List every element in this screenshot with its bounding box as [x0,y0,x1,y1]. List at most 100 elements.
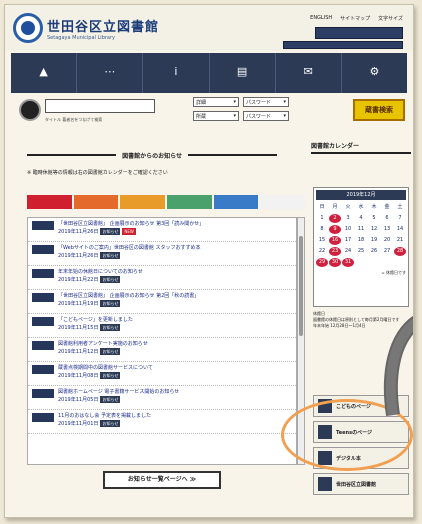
news-link[interactable]: 「世田谷区立図書館」 企画展示のお知らせ 第3回「読み聞かせ」 [58,221,204,227]
calendar-day[interactable]: 9 [329,225,341,234]
top-link-fontsize[interactable]: 文字サイズ [378,15,403,22]
calendar-day[interactable]: 7 [394,214,406,223]
header-search-box[interactable] [315,27,403,39]
keyword-input[interactable] [45,99,155,113]
calendar-day[interactable]: 土 [394,203,406,212]
calendar-day[interactable]: 4 [355,214,367,223]
nav-item-4[interactable]: ▤ [210,53,276,93]
calendar-day[interactable]: 10 [342,225,354,234]
nav-item-1[interactable]: ▲ [11,53,78,93]
calendar-day[interactable]: 火 [342,203,354,212]
calendar-day[interactable]: 24 [342,247,354,256]
scrollbar-thumb[interactable] [299,236,303,336]
calendar-day[interactable]: 21 [394,236,406,245]
calendar-day[interactable]: 水 [355,203,367,212]
news-link[interactable]: 「世田谷区立図書館」 企画展示のお知らせ 第2回「秋の読書」 [58,293,199,299]
calendar-day[interactable]: 25 [355,247,367,256]
calendar-day[interactable]: 22 [316,247,328,256]
top-link-english[interactable]: ENGLISH [310,15,332,22]
tab-3[interactable] [120,195,166,209]
list-item[interactable]: 「こどもページ」を更新しました 2019年11月15日 お知らせ [28,314,296,338]
calendar-day[interactable]: 5 [368,214,380,223]
calendar-day[interactable]: 16 [329,236,341,245]
calendar-day[interactable]: 11 [355,225,367,234]
search-panel: タイトル 著者名をつなげて検索 詳細 ▾ パスワード ▾ 所蔵 ▾ パスワード ▾ 蔵書… [13,97,409,133]
list-item[interactable]: 「世田谷区立図書館」 企画展示のお知らせ 第2回「秋の読書」 2019年11月19… [28,290,296,314]
search-select-1[interactable]: 詳細 ▾ [193,97,239,107]
list-item[interactable]: 「世田谷区立図書館」 企画展示のお知らせ 第3回「読み聞かせ」 2019年11月2… [28,218,296,242]
tab-1[interactable] [27,195,72,209]
calendar-day[interactable]: 木 [368,203,380,212]
search-select-2[interactable]: パスワード ▾ [243,97,289,107]
calendar-day[interactable]: 19 [368,236,380,245]
calendar-day[interactable]: 13 [381,225,393,234]
news-link[interactable]: 年末年始の休館日についてのお知らせ [58,269,143,275]
calendar-day[interactable]: 20 [381,236,393,245]
divider [311,152,411,154]
news-date: 2019年11月26日 [58,253,99,259]
news-link[interactable]: 図書館ホームページ 電子書籍サービス開始のお知らせ [58,389,179,395]
tab-2[interactable] [73,195,119,209]
calendar-day[interactable]: 17 [342,236,354,245]
category-badge [32,293,54,302]
news-link[interactable]: 図書館利用者アンケート実施のお知らせ [58,341,148,347]
calendar-day[interactable]: 15 [316,236,328,245]
calendar-day[interactable]: 日 [316,203,328,212]
top-link-sitemap[interactable]: サイトマップ [340,15,370,22]
list-item[interactable]: 蔵書点検期間中の図書館サービスについて 2019年11月08日 お知らせ [28,362,296,386]
header-select[interactable] [283,41,403,49]
calendar-day[interactable]: 26 [368,247,380,256]
calendar-day[interactable]: 30 [329,258,341,267]
more-news-button[interactable]: お知らせ一覧ページへ ≫ [103,471,221,489]
mascot-avatar [19,99,41,121]
list-item[interactable]: 図書館利用者アンケート実施のお知らせ 2019年11月12日 お知らせ [28,338,296,362]
site-logo[interactable]: 世田谷区立図書館 Setagaya Municipal Library [13,13,159,43]
calendar-day[interactable]: 6 [381,214,393,223]
news-link[interactable]: 蔵書点検期間中の図書館サービスについて [58,365,153,371]
news-date: 2019年11月19日 [58,301,99,307]
list-item[interactable]: 「Webサイトのご案内」世田谷区の図書館 スタッフおすすめ本 2019年11月26… [28,242,296,266]
list-item[interactable]: 11月のおはなし会 予定表を掲載しました 2019年11月01日 お知らせ [28,410,296,434]
nav-item-6[interactable]: ⚙ [342,53,407,93]
calendar-day[interactable]: 18 [355,236,367,245]
nav-item-3[interactable]: i [143,53,210,93]
library-calendar: 2019年12月 日月火水木金土 1 2 3 4 5 6 7 8 9 10 11 12 13 14 15 16 1… [313,187,409,307]
chevron-down-icon: ▾ [283,99,286,105]
highlight-arrow-icon [383,316,413,417]
news-link[interactable]: 11月のおはなし会 予定表を掲載しました [58,413,151,419]
search-select-3[interactable]: 所蔵 ▾ [193,111,239,121]
calendar-day[interactable]: 金 [381,203,393,212]
calendar-day[interactable]: 2 [329,214,341,223]
news-link[interactable]: 「Webサイトのご案内」世田谷区の図書館 スタッフおすすめ本 [58,245,201,251]
tab-6[interactable] [260,195,306,209]
nav-item-5[interactable]: ✉ [276,53,342,93]
calendar-day[interactable]: 月 [329,203,341,212]
list-item[interactable]: 図書館ホームページ 電子書籍サービス開始のお知らせ 2019年11月05日 お知らせ [28,386,296,410]
tab-5[interactable] [213,195,259,209]
calendar-day[interactable]: 3 [342,214,354,223]
calendar-day[interactable]: 23 [329,247,341,256]
nav-item-2[interactable]: ⋯ [77,53,144,93]
calendar-legend: = 休館日です [381,270,406,275]
calendar-day [394,258,406,267]
calendar-day[interactable]: 31 [342,258,354,267]
calendar-day[interactable]: 28 [394,247,406,256]
top-links: ENGLISH サイトマップ 文字サイズ [310,15,403,22]
search-button[interactable]: 蔵書検索 [353,99,405,121]
calendar-day[interactable]: 8 [316,225,328,234]
book-icon: ▤ [236,64,248,78]
search-select-4[interactable]: パスワード ▾ [243,111,289,121]
calendar-day[interactable]: 12 [368,225,380,234]
status-badge: お知らせ [100,252,121,259]
status-badge: お知らせ [100,372,121,379]
news-link[interactable]: 「こどもページ」を更新しました [58,317,133,323]
calendar-day[interactable]: 27 [381,247,393,256]
status-badge: お知らせ [100,228,121,235]
library-link-button[interactable]: 世田谷区立図書館 [313,473,409,495]
calendar-day[interactable]: 14 [394,225,406,234]
news-date: 2019年11月05日 [58,397,99,403]
list-item[interactable]: 年末年始の休館日についてのお知らせ 2019年11月22日 お知らせ [28,266,296,290]
tab-4[interactable] [167,195,212,209]
calendar-day[interactable]: 1 [316,214,328,223]
calendar-day[interactable]: 29 [316,258,328,267]
